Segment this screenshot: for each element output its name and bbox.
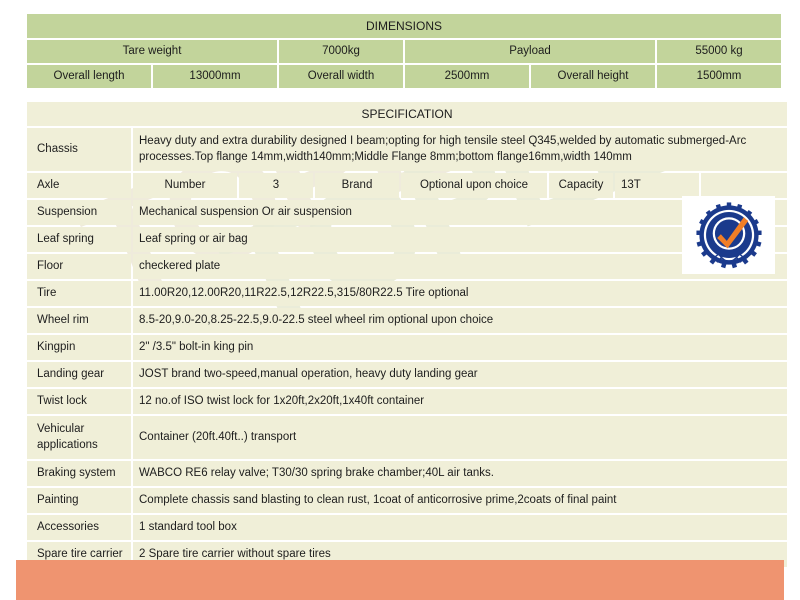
specification-table: SPECIFICATION Chassis Heavy duty and ext… (25, 100, 789, 569)
table-row: Wheel rim 8.5-20,9.0-20,8.25-22.5,9.0-22… (27, 308, 787, 333)
spec-value-landing-gear: JOST brand two-speed,manual operation, h… (133, 362, 787, 387)
table-row: Leaf spring Leaf spring or air bag (27, 227, 787, 252)
dim-cell-overall-length-label: Overall length (27, 65, 151, 88)
dim-cell-overall-width-label: Overall width (279, 65, 403, 88)
spec-value-painting: Complete chassis sand blasting to clean … (133, 488, 787, 513)
supplier-assessment-badge (682, 196, 775, 274)
spec-label-leaf-spring: Leaf spring (27, 227, 131, 252)
dim-cell-overall-length-value: 13000mm (153, 65, 277, 88)
table-row: Chassis Heavy duty and extra durability … (27, 128, 787, 171)
table-row: Overall length 13000mm Overall width 250… (27, 65, 782, 88)
spec-label-accessories: Accessories (27, 515, 131, 540)
dim-cell-overall-height-value: 1500mm (657, 65, 782, 88)
check-seal-icon (695, 202, 762, 269)
spec-label-twist-lock: Twist lock (27, 389, 131, 414)
table-row: Suspension Mechanical suspension Or air … (27, 200, 787, 225)
spec-value-tire: 11.00R20,12.00R20,11R22.5,12R22.5,315/80… (133, 281, 787, 306)
spec-value-accessories: 1 standard tool box (133, 515, 787, 540)
spec-axle-capacity-value: 13T (615, 173, 699, 198)
spec-label-painting: Painting (27, 488, 131, 513)
table-row: Landing gear JOST brand two-speed,manual… (27, 362, 787, 387)
table-row: Tare weight 7000kg Payload 55000 kg (27, 40, 782, 63)
spec-label-braking-system: Braking system (27, 461, 131, 486)
table-row: Twist lock 12 no.of ISO twist lock for 1… (27, 389, 787, 414)
table-row: Accessories 1 standard tool box (27, 515, 787, 540)
spec-label-wheel-rim: Wheel rim (27, 308, 131, 333)
table-row: Kingpin 2" /3.5" bolt-in king pin (27, 335, 787, 360)
dimensions-title: DIMENSIONS (27, 14, 782, 38)
dim-cell-overall-width-value: 2500mm (405, 65, 529, 88)
dim-cell-tare-weight-label: Tare weight (27, 40, 277, 63)
spec-axle-number-label: Number (133, 173, 237, 198)
table-row: Floor checkered plate (27, 254, 787, 279)
spec-value-vehicular-applications: Container (20ft.40ft..) transport (133, 416, 787, 459)
spec-label-landing-gear: Landing gear (27, 362, 131, 387)
dim-cell-payload-label: Payload (405, 40, 655, 63)
spec-value-chassis: Heavy duty and extra durability designed… (133, 128, 787, 171)
dim-cell-tare-weight-value: 7000kg (279, 40, 403, 63)
spec-value-braking-system: WABCO RE6 relay valve; T30/30 spring bra… (133, 461, 787, 486)
spec-value-wheel-rim: 8.5-20,9.0-20,8.25-22.5,9.0-22.5 steel w… (133, 308, 787, 333)
spec-label-floor: Floor (27, 254, 131, 279)
footer-accent-bar (16, 560, 784, 600)
specification-title-row: SPECIFICATION (27, 102, 787, 126)
spec-label-chassis: Chassis (27, 128, 131, 171)
table-row: Tire 11.00R20,12.00R20,11R22.5,12R22.5,3… (27, 281, 787, 306)
spec-value-twist-lock: 12 no.of ISO twist lock for 1x20ft,2x20f… (133, 389, 787, 414)
spec-value-kingpin: 2" /3.5" bolt-in king pin (133, 335, 787, 360)
dimensions-title-row: DIMENSIONS (27, 14, 782, 38)
table-row: Vehicular applications Container (20ft.4… (27, 416, 787, 459)
spec-label-axle: Axle (27, 173, 131, 198)
specification-title: SPECIFICATION (27, 102, 787, 126)
spec-axle-number-value: 3 (239, 173, 313, 198)
dim-cell-payload-value: 55000 kg (657, 40, 782, 63)
dim-cell-overall-height-label: Overall height (531, 65, 655, 88)
spec-label-tire: Tire (27, 281, 131, 306)
spec-axle-capacity-label: Capacity (549, 173, 613, 198)
spec-axle-brand-label: Brand (315, 173, 399, 198)
spec-label-vehicular-applications: Vehicular applications (27, 416, 131, 459)
spec-label-suspension: Suspension (27, 200, 131, 225)
table-row: Braking system WABCO RE6 relay valve; T3… (27, 461, 787, 486)
table-row: Axle Number 3 Brand Optional upon choice… (27, 173, 787, 198)
spec-label-kingpin: Kingpin (27, 335, 131, 360)
dimensions-table: DIMENSIONS Tare weight 7000kg Payload 55… (25, 12, 783, 90)
table-row: Painting Complete chassis sand blasting … (27, 488, 787, 513)
spec-axle-blank-cell (701, 173, 787, 198)
product-spec-sheet: TOPLEAD TOPLEAD DIMENSIONS Tare weight 7… (0, 0, 800, 600)
spec-axle-brand-value: Optional upon choice (401, 173, 547, 198)
